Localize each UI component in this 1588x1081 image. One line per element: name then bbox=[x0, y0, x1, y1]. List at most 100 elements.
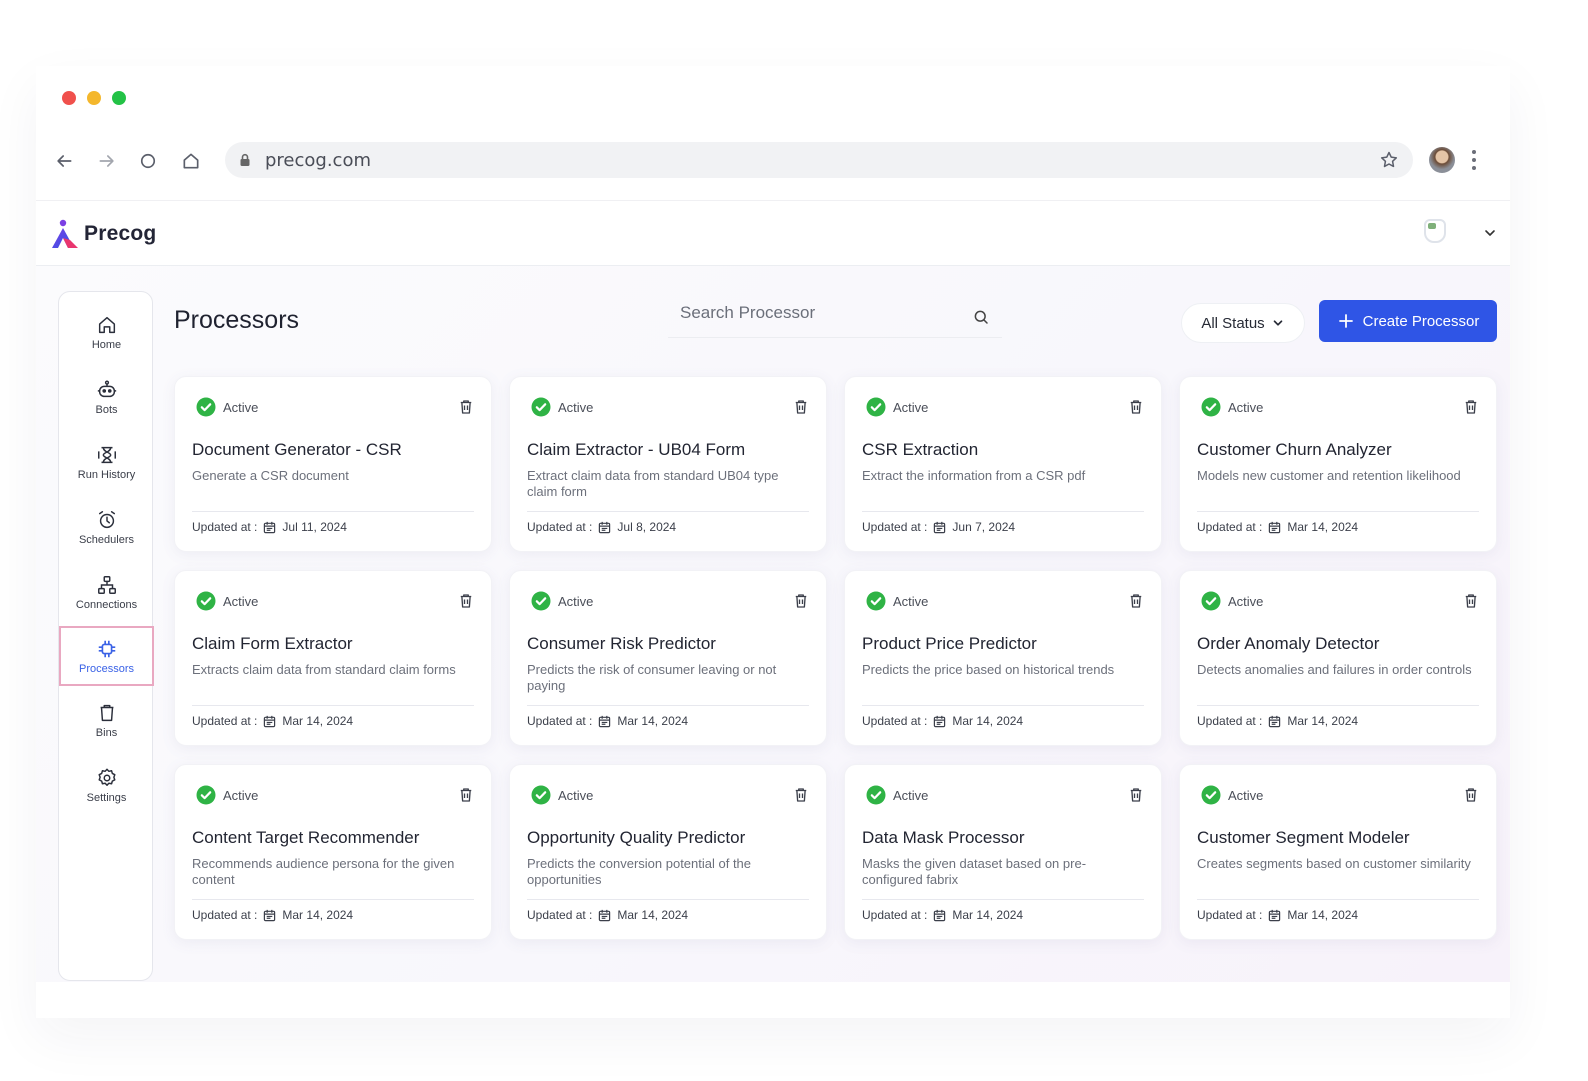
updated-date: Mar 14, 2024 bbox=[617, 908, 689, 922]
trash-icon[interactable] bbox=[1127, 786, 1145, 809]
home-browser-icon[interactable] bbox=[179, 149, 203, 173]
updated-date: Mar 14, 2024 bbox=[952, 714, 1024, 728]
processor-card[interactable]: Active Claim Extractor - UB04 Form Extract… bbox=[509, 376, 827, 552]
sidebar-item-bins[interactable]: Bins bbox=[59, 690, 154, 750]
close-window-button[interactable] bbox=[62, 91, 76, 105]
processor-title: Order Anomaly Detector bbox=[1197, 634, 1380, 653]
check-circle-icon bbox=[196, 591, 216, 611]
address-bar[interactable]: precog.com bbox=[225, 142, 1413, 178]
check-circle-icon bbox=[531, 591, 551, 611]
check-circle-icon bbox=[1201, 397, 1221, 417]
precog-logo[interactable]: Precog bbox=[48, 217, 156, 251]
updated-info: Updated at : Mar 14, 2024 bbox=[1197, 520, 1358, 534]
chevron-down-icon bbox=[1273, 320, 1283, 326]
back-arrow-icon[interactable] bbox=[52, 149, 76, 173]
browser-profile-avatar[interactable] bbox=[1429, 147, 1455, 173]
processor-description: Models new customer and retention likeli… bbox=[1197, 468, 1461, 483]
calendar-icon bbox=[599, 909, 611, 921]
updated-info: Updated at : Mar 14, 2024 bbox=[1197, 908, 1358, 922]
sidebar-item-connections[interactable]: Connections bbox=[59, 562, 154, 622]
divider bbox=[192, 705, 474, 706]
status-filter-dropdown[interactable]: All Status bbox=[1181, 303, 1305, 343]
processor-title: Data Mask Processor bbox=[862, 828, 1025, 847]
bookmark-star-icon[interactable] bbox=[1379, 150, 1399, 175]
search-input[interactable] bbox=[668, 297, 958, 328]
processor-card[interactable]: Active Customer Churn Analyzer Models new … bbox=[1179, 376, 1497, 552]
app-body: Home Bots Run History Schedulers Connect… bbox=[36, 266, 1510, 982]
calendar-icon bbox=[264, 521, 276, 533]
processor-card[interactable]: Active Claim Form Extractor Extracts claim… bbox=[174, 570, 492, 746]
divider bbox=[1197, 899, 1479, 900]
check-circle-icon bbox=[866, 785, 886, 805]
processor-description: Creates segments based on customer simil… bbox=[1197, 856, 1471, 871]
search-icon[interactable] bbox=[972, 308, 990, 331]
trash-icon[interactable] bbox=[457, 592, 475, 615]
create-processor-button[interactable]: Create Processor bbox=[1319, 300, 1497, 342]
sidebar-item-schedulers[interactable]: Schedulers bbox=[59, 497, 154, 557]
processor-card[interactable]: Active Order Anomaly Detector Detects anom… bbox=[1179, 570, 1497, 746]
sidebar-item-label: Settings bbox=[86, 791, 127, 804]
sidebar-item-home[interactable]: Home bbox=[59, 302, 154, 362]
status-text: Active bbox=[558, 399, 594, 415]
processor-card[interactable]: Active Customer Segment Modeler Creates se… bbox=[1179, 764, 1497, 940]
reload-icon[interactable] bbox=[136, 149, 160, 173]
user-avatar[interactable] bbox=[1424, 219, 1446, 243]
trash-icon[interactable] bbox=[1462, 592, 1480, 615]
divider bbox=[1197, 511, 1479, 512]
processor-card[interactable]: Active Consumer Risk Predictor Predicts th… bbox=[509, 570, 827, 746]
sidebar-item-processors[interactable]: Processors bbox=[59, 626, 154, 686]
divider bbox=[527, 705, 809, 706]
updated-label: Updated at : bbox=[1197, 714, 1263, 728]
processor-card[interactable]: Active Product Price Predictor Predicts th… bbox=[844, 570, 1162, 746]
trash-icon[interactable] bbox=[457, 398, 475, 421]
search-box bbox=[668, 296, 1002, 338]
updated-label: Updated at : bbox=[1197, 520, 1263, 534]
chip-icon bbox=[98, 640, 115, 657]
browser-window: precog.com Precog Home Bots Run History … bbox=[36, 66, 1510, 1018]
precog-logo-mark-icon bbox=[52, 219, 78, 248]
forward-arrow-icon[interactable] bbox=[95, 149, 119, 173]
processor-description: Predicts the risk of consumer leaving or… bbox=[527, 662, 777, 693]
processor-description: Masks the given dataset based on pre-con… bbox=[862, 856, 1087, 887]
processor-card[interactable]: Active Data Mask Processor Masks the given… bbox=[844, 764, 1162, 940]
status-text: Active bbox=[893, 593, 929, 609]
trash-icon[interactable] bbox=[792, 398, 810, 421]
trash-icon[interactable] bbox=[1462, 786, 1480, 809]
processor-card[interactable]: Active Opportunity Quality Predictor Predi… bbox=[509, 764, 827, 940]
trash-icon[interactable] bbox=[457, 786, 475, 809]
trash-icon[interactable] bbox=[792, 786, 810, 809]
hourglass-icon bbox=[97, 446, 116, 463]
browser-menu-icon[interactable] bbox=[1472, 150, 1476, 170]
chevron-down-icon[interactable] bbox=[1482, 225, 1498, 246]
trash-icon[interactable] bbox=[1127, 398, 1145, 421]
updated-info: Updated at : Mar 14, 2024 bbox=[192, 908, 353, 922]
page-title: Processors bbox=[174, 306, 300, 334]
updated-date: Mar 14, 2024 bbox=[282, 908, 354, 922]
maximize-window-button[interactable] bbox=[112, 91, 126, 105]
sidebar-item-settings[interactable]: Settings bbox=[59, 755, 154, 815]
calendar-icon bbox=[1269, 521, 1281, 533]
updated-date: Mar 14, 2024 bbox=[617, 714, 689, 728]
sidebar-item-label: Home bbox=[91, 338, 122, 351]
create-processor-label: Create Processor bbox=[1362, 312, 1480, 330]
sidebar-item-run-history[interactable]: Run History bbox=[59, 432, 154, 492]
processor-card[interactable]: Active Content Target Recommender Recommen… bbox=[174, 764, 492, 940]
app-header: Precog bbox=[36, 200, 1510, 266]
updated-label: Updated at : bbox=[527, 908, 593, 922]
status-badge: Active bbox=[196, 785, 258, 805]
status-text: Active bbox=[1228, 787, 1264, 803]
sidebar-item-bots[interactable]: Bots bbox=[59, 367, 154, 427]
lock-icon bbox=[239, 153, 251, 167]
check-circle-icon bbox=[866, 397, 886, 417]
sidebar-item-label: Connections bbox=[75, 598, 138, 611]
status-badge: Active bbox=[531, 785, 593, 805]
status-badge: Active bbox=[531, 397, 593, 417]
minimize-window-button[interactable] bbox=[87, 91, 101, 105]
processor-card[interactable]: Active Document Generator - CSR Generate a… bbox=[174, 376, 492, 552]
processor-card[interactable]: Active CSR Extraction Extract the informat… bbox=[844, 376, 1162, 552]
trash-icon[interactable] bbox=[792, 592, 810, 615]
check-circle-icon bbox=[1201, 785, 1221, 805]
trash-icon[interactable] bbox=[1462, 398, 1480, 421]
trash-icon[interactable] bbox=[1127, 592, 1145, 615]
divider bbox=[862, 705, 1144, 706]
